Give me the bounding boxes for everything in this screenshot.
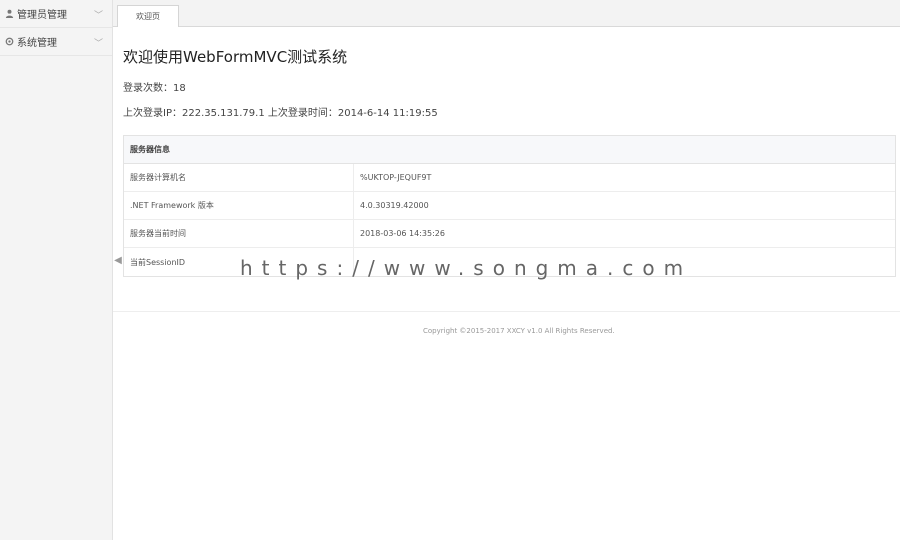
- login-count: 登录次数：18: [123, 83, 186, 94]
- tab-welcome[interactable]: 欢迎页: [117, 5, 179, 27]
- table-row: 服务器当前时间 2018-03-06 14:35:26: [124, 220, 895, 248]
- sidebar-item-admin-management[interactable]: 管理员管理 ﹀: [0, 0, 112, 28]
- sidebar: 管理员管理 ﹀ 系统管理 ﹀: [0, 0, 113, 540]
- table-cell-key: .NET Framework 版本: [124, 192, 354, 219]
- footer-divider: [113, 311, 900, 312]
- server-info-header: 服务器信息: [124, 136, 895, 164]
- table-cell-key: 服务器当前时间: [124, 220, 354, 247]
- gear-icon: [4, 37, 14, 47]
- copyright-text: Copyright ©2015-2017 XXCY v1.0 All Right…: [423, 327, 615, 335]
- table-cell-value: %UKTOP-JEQUF9T: [360, 173, 432, 182]
- chevron-left-icon: ◀: [114, 254, 122, 266]
- sidebar-item-label: 管理员管理: [17, 10, 67, 21]
- tab-bar: 欢迎页: [113, 0, 900, 27]
- last-login-info: 上次登录IP：222.35.131.79.1 上次登录时间：2014-6-14 …: [123, 108, 438, 119]
- table-row: .NET Framework 版本 4.0.30319.42000: [124, 192, 895, 220]
- table-cell-key: 服务器计算机名: [124, 164, 354, 191]
- page-title: 欢迎使用WebFormMVC测试系统: [123, 48, 348, 66]
- chevron-down-icon: ﹀: [93, 11, 103, 21]
- chevron-down-icon: ﹀: [93, 39, 103, 49]
- table-cell-value: 2018-03-06 14:35:26: [360, 229, 445, 238]
- sidebar-item-label: 系统管理: [17, 38, 57, 49]
- table-row: 服务器计算机名 %UKTOP-JEQUF9T: [124, 164, 895, 192]
- sidebar-item-system-management[interactable]: 系统管理 ﹀: [0, 28, 112, 56]
- user-icon: [4, 9, 14, 19]
- sidebar-collapse-handle[interactable]: ◀: [113, 240, 123, 280]
- watermark-text: https://www.songma.com: [240, 256, 693, 280]
- table-cell-value: 4.0.30319.42000: [360, 201, 429, 210]
